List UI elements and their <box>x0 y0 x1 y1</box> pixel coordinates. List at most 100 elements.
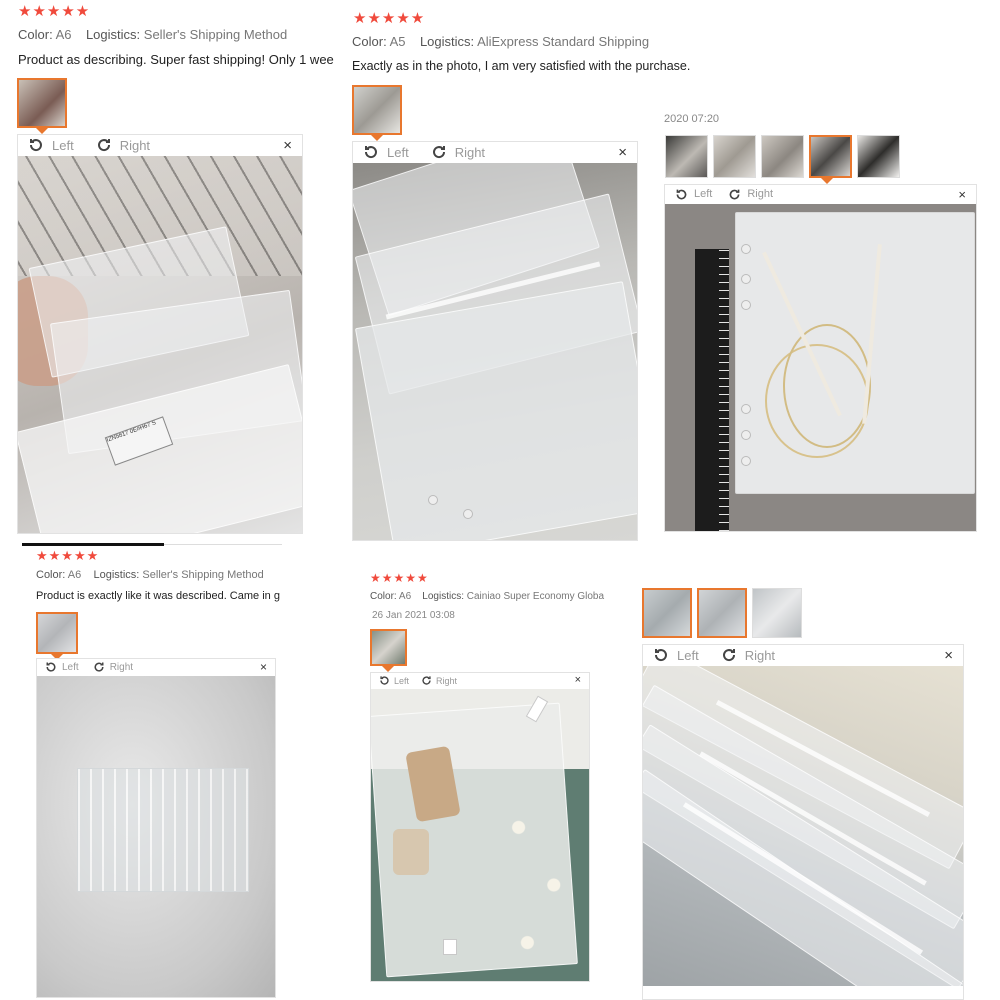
binder-hole <box>741 244 751 254</box>
rotate-left-icon <box>364 146 377 159</box>
image-viewer: Left Right × <box>370 672 590 982</box>
star-rating: ★★★★★ <box>353 10 426 27</box>
binder-hole <box>741 404 751 414</box>
viewer-toolbar: Left Right × <box>371 673 589 688</box>
rotate-right-button[interactable]: Right <box>431 144 485 160</box>
bag <box>354 281 637 540</box>
review-card-2: ★★★★★ Color: A5 Logistics: AliExpress St… <box>340 0 690 545</box>
review-thumbnail[interactable] <box>665 135 708 178</box>
rotate-right-icon <box>94 662 104 672</box>
rotate-left-button[interactable]: Left <box>28 137 74 153</box>
bag-stack <box>77 768 249 892</box>
review-photo <box>665 204 976 531</box>
close-button[interactable]: × <box>260 661 267 673</box>
rotate-right-label: Right <box>744 647 776 663</box>
review-thumbnail[interactable] <box>370 629 407 666</box>
binder-hole <box>428 495 438 505</box>
rotate-left-label: Left <box>52 137 74 153</box>
color-label: Color: <box>36 569 66 581</box>
review-thumbnail[interactable] <box>752 588 802 638</box>
rotate-left-icon <box>654 649 667 662</box>
review-thumbnail[interactable] <box>809 135 852 178</box>
review-meta: Color: A6 Logistics: Seller's Shipping M… <box>18 27 287 42</box>
review-card-6: Left Right × <box>640 585 970 1000</box>
zipper-pull <box>443 939 457 955</box>
review-thumbnail[interactable] <box>761 135 804 178</box>
color-value: A6 <box>67 569 82 581</box>
star-rating: ★★★★★ <box>36 548 100 563</box>
rotate-left-icon <box>29 139 42 152</box>
rotate-right-button[interactable]: Right <box>728 188 773 201</box>
close-button[interactable]: × <box>944 648 953 663</box>
logistics-value: AliExpress Standard Shipping <box>477 34 650 49</box>
viewer-toolbar: Left Right × <box>353 142 637 162</box>
rotate-left-button[interactable]: Left <box>45 661 79 673</box>
rotate-right-icon <box>97 139 110 152</box>
seeds <box>393 829 429 875</box>
thumbnail-strip <box>370 629 407 666</box>
logistics-label: Logistics: <box>422 591 464 602</box>
review-thumbnail[interactable] <box>352 85 402 135</box>
review-thumbnail[interactable] <box>697 588 747 638</box>
rotate-left-icon <box>46 662 56 672</box>
review-photo: IZN5817 0E#H67 S <box>18 156 302 533</box>
color-label: Color: <box>18 27 53 42</box>
image-viewer: Left Right × <box>664 184 977 532</box>
review-photo <box>371 689 589 981</box>
review-thumbnail[interactable] <box>36 612 78 654</box>
logistics-label: Logistics: <box>85 27 141 42</box>
rotate-right-icon <box>432 146 445 159</box>
logistics-value: Seller's Shipping Method <box>142 569 264 581</box>
review-photo <box>353 163 637 540</box>
rotate-left-icon <box>676 189 687 199</box>
close-button[interactable]: × <box>958 188 966 201</box>
star-rating: ★★★★★ <box>18 3 91 20</box>
rotate-left-label: Left <box>694 188 713 200</box>
review-card-3: 2020 07:20 Left Right × <box>660 100 1000 540</box>
rotate-left-button[interactable]: Left <box>653 647 699 663</box>
star-rating: ★★★★★ <box>370 571 429 585</box>
viewer-toolbar: Left Right × <box>643 645 963 665</box>
review-card-5: ★★★★★ Color: A6 Logistics: Cainiao Super… <box>360 560 620 990</box>
review-meta: Color: A6 Logistics: Seller's Shipping M… <box>36 569 264 581</box>
review-thumbnail[interactable] <box>17 78 67 128</box>
rotate-left-button[interactable]: Left <box>363 144 409 160</box>
rotate-right-label: Right <box>436 675 458 686</box>
image-viewer: Left Right × <box>36 658 276 998</box>
binder-hole <box>741 300 751 310</box>
image-viewer: Left Right × <box>642 644 964 1000</box>
logistics-value: Seller's Shipping Method <box>143 27 288 42</box>
close-button[interactable]: × <box>283 138 292 153</box>
rotate-right-icon <box>729 189 740 199</box>
review-card-4: ★★★★★ Color: A6 Logistics: Seller's Ship… <box>0 545 300 1000</box>
thumbnail-strip <box>352 85 402 135</box>
rotate-right-label: Right <box>119 137 151 153</box>
rotate-right-button[interactable]: Right <box>421 675 457 686</box>
review-thumbnail[interactable] <box>642 588 692 638</box>
logistics-label: Logistics: <box>93 569 140 581</box>
review-photo <box>643 666 963 986</box>
logistics-label: Logistics: <box>419 34 475 49</box>
close-button[interactable]: × <box>575 675 581 686</box>
review-meta: Color: A6 Logistics: Cainiao Super Econo… <box>370 591 610 602</box>
rotate-left-button[interactable]: Left <box>379 675 409 686</box>
rotate-left-label: Left <box>677 647 699 663</box>
thumbnail-strip <box>665 135 900 178</box>
review-photo <box>37 676 275 997</box>
review-thumbnail[interactable] <box>857 135 900 178</box>
rotate-left-button[interactable]: Left <box>675 188 712 201</box>
rotate-right-label: Right <box>454 144 486 160</box>
thumbnail-strip <box>642 588 802 638</box>
review-card-1: ★★★★★ Color: A6 Logistics: Seller's Ship… <box>0 0 340 545</box>
color-value: A6 <box>398 591 412 602</box>
rotate-right-button[interactable]: Right <box>721 647 775 663</box>
review-thumbnail[interactable] <box>713 135 756 178</box>
rotate-right-button[interactable]: Right <box>93 661 133 673</box>
rotate-right-button[interactable]: Right <box>96 137 150 153</box>
review-date: 26 Jan 2021 03:08 <box>372 610 455 621</box>
color-label: Color: <box>370 591 397 602</box>
image-viewer: Left Right × <box>352 141 638 541</box>
binder-hole <box>741 274 751 284</box>
review-text: Exactly as in the photo, I am very satis… <box>352 59 691 73</box>
close-button[interactable]: × <box>618 145 627 160</box>
